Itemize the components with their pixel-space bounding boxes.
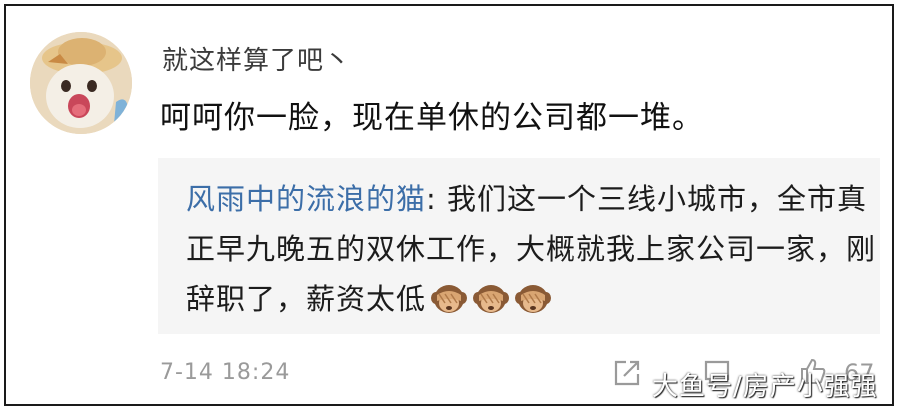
cat-avatar-image — [30, 32, 132, 134]
watermark: 大鱼号/房产小强强 — [652, 372, 878, 402]
avatar[interactable] — [30, 32, 132, 134]
username[interactable]: 就这样算了吧丶 — [162, 40, 351, 77]
see-no-evil-monkey-icon — [514, 280, 552, 314]
quoted-reply[interactable]: 风雨中的流浪的猫: 我们这一个三线小城市，全市真正早九晚五的双休工作，大概就我上… — [158, 158, 880, 334]
see-no-evil-monkey-icon — [472, 280, 510, 314]
comment-text: 呵呵你一脸，现在单休的公司都一堆。 — [160, 100, 704, 136]
quoted-reply-body: 风雨中的流浪的猫: 我们这一个三线小城市，全市真正早九晚五的双休工作，大概就我上… — [186, 174, 876, 324]
quoted-reply-author[interactable]: 风雨中的流浪的猫 — [186, 182, 426, 216]
see-no-evil-monkey-icon — [430, 280, 468, 314]
timestamp: 7-14 18:24 — [160, 360, 291, 385]
comment-card: 就这样算了吧丶 呵呵你一脸，现在单休的公司都一堆。 风雨中的流浪的猫: 我们这一… — [4, 4, 894, 406]
share-icon[interactable] — [612, 358, 642, 388]
quoted-reply-separator: : — [426, 182, 448, 216]
